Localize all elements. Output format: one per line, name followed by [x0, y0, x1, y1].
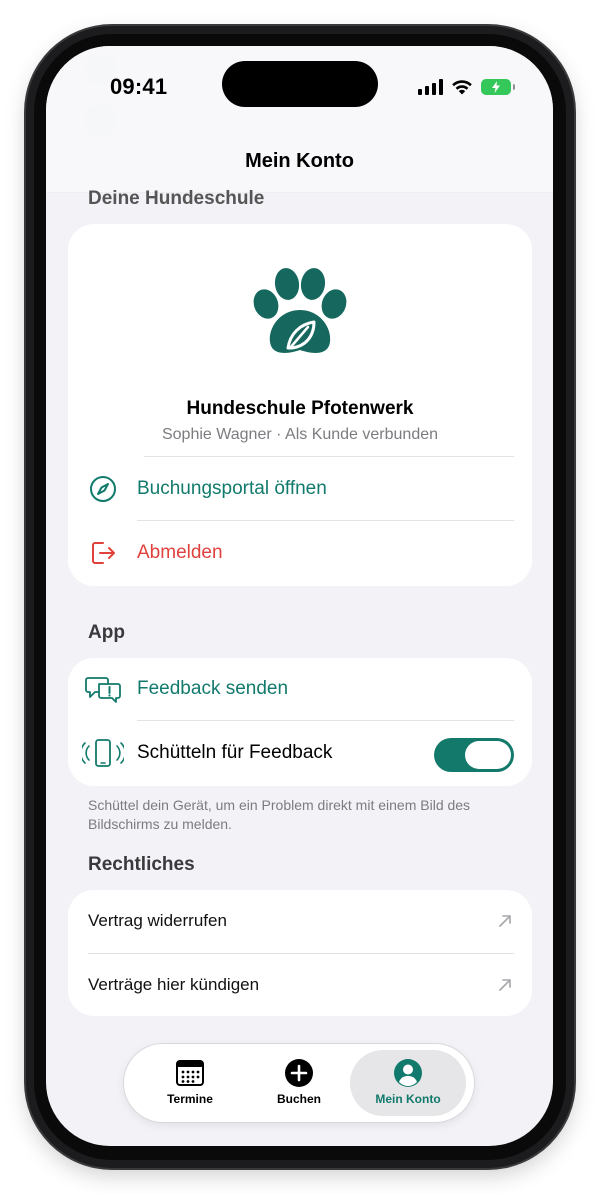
screen: 09:41 Mein Konto Deine Hundeschule Hunde… [46, 46, 553, 1146]
status-bar: 09:41 [46, 46, 553, 130]
shake-feedback-row: Schütteln für Feedback [68, 722, 532, 784]
send-feedback-button[interactable]: Feedback senden [68, 658, 532, 720]
calendar-icon [175, 1058, 205, 1088]
battery-charging-icon [481, 78, 515, 95]
tab-termine[interactable]: Termine [132, 1050, 248, 1116]
tab-buchen[interactable]: Buchen [241, 1050, 357, 1116]
divider [144, 456, 514, 457]
shake-feedback-footnote: Schüttel dein Gerät, um ein Problem dire… [88, 797, 471, 832]
booking-portal-button[interactable]: Buchungsportal öffnen [68, 458, 532, 520]
wifi-icon [452, 80, 472, 95]
tab-mein-konto[interactable]: Mein Konto [350, 1050, 466, 1116]
status-icons [418, 78, 515, 95]
external-arrow-icon [499, 915, 511, 927]
school-subtitle: Sophie Wagner · Als Kunde verbunden [161, 426, 439, 443]
tab-label: Mein Konto [375, 1092, 441, 1106]
divider [137, 520, 514, 521]
logout-icon [88, 538, 118, 568]
bolt-icon [492, 80, 500, 93]
dynamic-island [222, 61, 378, 107]
school-card: Hundeschule Pfotenwerk Sophie Wagner · A… [68, 224, 532, 586]
page-title: Mein Konto [245, 149, 354, 172]
chat-bubbles-icon [84, 674, 122, 704]
section-label-school: Deine Hundeschule [88, 188, 265, 209]
shake-phone-icon [82, 738, 124, 768]
withdraw-contract-label: Vertrag widerrufen [88, 911, 227, 930]
tab-bar: Termine Buchen Mein Konto [124, 1044, 474, 1122]
send-feedback-label: Feedback senden [137, 678, 289, 699]
cancel-contracts-button[interactable]: Verträge hier kündigen [68, 954, 532, 1016]
legal-card: Vertrag widerrufen Verträge hier kündige… [68, 890, 532, 1016]
person-circle-icon [393, 1058, 423, 1088]
logout-label: Abmelden [137, 542, 223, 563]
withdraw-contract-button[interactable]: Vertrag widerrufen [68, 890, 532, 952]
school-name: Hundeschule Pfotenwerk [186, 398, 414, 419]
tab-label: Buchen [276, 1092, 321, 1106]
cancel-contracts-label: Verträge hier kündigen [88, 975, 260, 994]
shake-feedback-toggle[interactable] [434, 738, 514, 772]
section-label-legal: Rechtliches [88, 854, 195, 875]
nav-header: Mein Konto [46, 130, 553, 193]
status-time: 09:41 [110, 74, 168, 99]
booking-portal-label: Buchungsportal öffnen [137, 478, 327, 499]
shake-feedback-label: Schütteln für Feedback [137, 742, 333, 763]
tab-label: Termine [167, 1092, 213, 1106]
cellular-signal-icon [418, 78, 443, 95]
paw-leaf-logo [250, 264, 350, 364]
logout-button[interactable]: Abmelden [68, 522, 532, 584]
external-arrow-icon [499, 979, 511, 991]
app-card: Feedback senden Schütteln für Feedback [68, 658, 532, 786]
section-label-app: App [88, 622, 125, 643]
divider [137, 720, 514, 721]
compass-icon [88, 474, 118, 504]
plus-circle-icon [284, 1058, 314, 1088]
toggle-knob [465, 741, 511, 769]
